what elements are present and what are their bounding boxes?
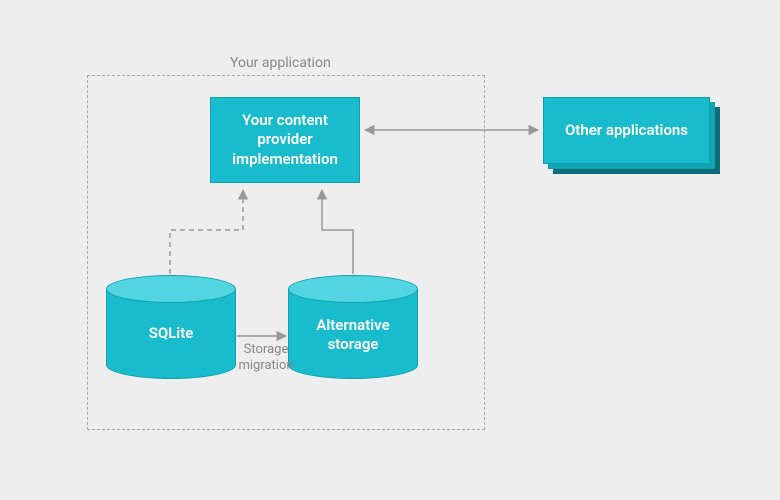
content-provider-label: Your content provider implementation bbox=[232, 111, 338, 170]
container-label: Your application bbox=[230, 55, 331, 71]
other-apps-node: Other applications bbox=[543, 97, 710, 164]
content-provider-node: Your content provider implementation bbox=[210, 97, 360, 183]
alternative-storage-node: Alternative storage bbox=[288, 275, 418, 375]
storage-migration-label: Storage migration bbox=[232, 342, 300, 375]
sqlite-node: SQLite bbox=[106, 275, 236, 375]
sqlite-label: SQLite bbox=[106, 324, 236, 343]
alternative-storage-label: Alternative storage bbox=[288, 316, 418, 354]
other-apps-label: Other applications bbox=[565, 121, 688, 141]
